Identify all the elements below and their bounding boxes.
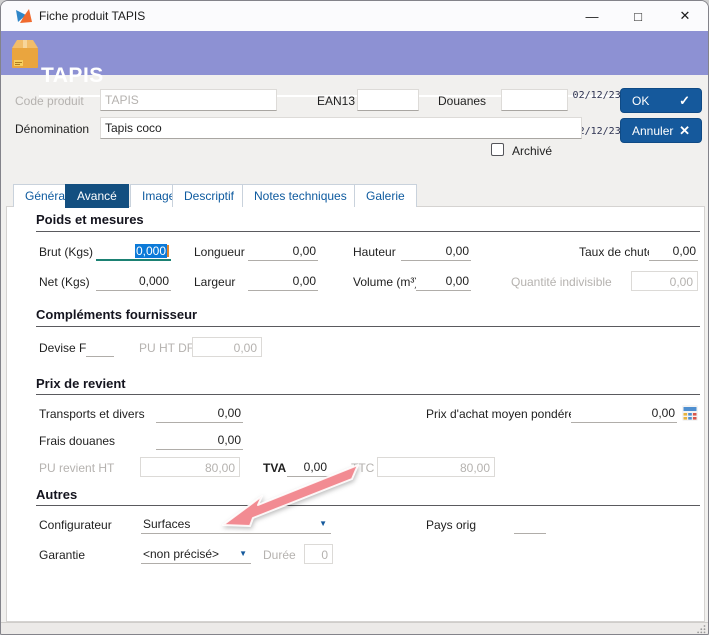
longueur-field[interactable]: 0,00 — [248, 241, 318, 261]
product-sheet-window: Fiche produit TAPIS — □ ✕ TAPIS 3 02/12/… — [0, 0, 709, 635]
largeur-label: Largeur — [194, 275, 236, 289]
archive-label: Archivé — [512, 144, 553, 158]
app-logo-icon — [16, 9, 32, 23]
titlebar: Fiche produit TAPIS — □ ✕ — [1, 1, 708, 31]
garantie-dropdown[interactable]: <non précisé> ▼ — [141, 544, 251, 564]
quantite-indivisible-field: 0,00 — [631, 271, 698, 291]
cancel-button-label: Annuler — [632, 123, 674, 138]
taux-de-chute-field[interactable]: 0,00 — [649, 241, 698, 261]
window-title: Fiche produit TAPIS — [39, 9, 146, 23]
ean13-field[interactable] — [357, 89, 419, 111]
chevron-down-icon: ▼ — [319, 519, 327, 528]
cancel-button[interactable]: Annuler ✕ — [620, 118, 702, 143]
volume-label: Volume (m³) — [353, 275, 419, 289]
check-icon: ✓ — [679, 92, 690, 108]
configurateur-dropdown[interactable]: Surfaces ▼ — [141, 514, 331, 534]
pamp-label: Prix d'achat moyen pondéré — [426, 407, 576, 421]
ttc-label: TTC — [351, 461, 375, 475]
archive-checkbox[interactable] — [491, 143, 504, 156]
code-produit-field[interactable]: TAPIS — [100, 89, 277, 111]
douanes-field[interactable] — [501, 89, 568, 111]
status-footer — [1, 622, 708, 634]
denomination-label: Dénomination — [15, 122, 90, 136]
longueur-label: Longueur — [194, 245, 245, 259]
brut-field[interactable]: 0,000 — [96, 241, 171, 261]
section-divider — [36, 231, 700, 232]
resize-grip[interactable] — [696, 624, 706, 634]
pu-revient-ht-label: PU revient HT — [39, 461, 115, 475]
ttc-field: 80,00 — [377, 457, 495, 477]
tab-notes-techniques[interactable]: Notes techniques — [242, 184, 359, 207]
denomination-field[interactable]: Tapis coco — [100, 117, 582, 139]
hauteur-label: Hauteur — [353, 245, 396, 259]
record-timestamps: 3 02/12/23 00:15:52 EN 02/12/23 00:20:49… — [554, 66, 699, 162]
devise-field[interactable] — [86, 337, 114, 357]
ok-button-label: OK — [632, 93, 650, 108]
transports-label: Transports et divers — [39, 407, 145, 421]
minimize-button[interactable]: — — [571, 1, 613, 31]
chevron-down-icon: ▼ — [239, 549, 247, 558]
package-icon — [12, 40, 38, 68]
pu-revient-ht-field: 80,00 — [140, 457, 240, 477]
section-divider — [36, 505, 700, 506]
section-title-complements: Compléments fournisseur — [36, 307, 198, 322]
section-divider — [36, 394, 700, 395]
close-button[interactable]: ✕ — [664, 1, 706, 31]
brut-label: Brut (Kgs) — [39, 245, 94, 259]
garantie-label: Garantie — [39, 548, 86, 562]
tab-avance[interactable]: Avancé — [65, 184, 129, 208]
tva-field[interactable]: 0,00 — [287, 457, 329, 477]
pu-ht-df-field: 0,00 — [192, 337, 262, 357]
devise-label: Devise F — [39, 341, 87, 355]
frais-douanes-label: Frais douanes — [39, 434, 116, 448]
duree-field: 0 — [304, 544, 333, 564]
section-title-autres: Autres — [36, 487, 78, 502]
largeur-field[interactable]: 0,00 — [248, 271, 318, 291]
text-caret — [167, 245, 169, 257]
volume-field[interactable]: 0,00 — [416, 271, 471, 291]
tab-galerie[interactable]: Galerie — [354, 184, 417, 207]
calculator-icon[interactable] — [682, 405, 698, 421]
pays-orig-label: Pays orig — [426, 518, 477, 532]
quantite-indivisible-label: Quantité indivisible — [511, 275, 612, 289]
net-label: Net (Kgs) — [39, 275, 90, 289]
pamp-field[interactable]: 0,00 — [571, 403, 677, 423]
hauteur-field[interactable]: 0,00 — [401, 241, 471, 261]
douanes-label: Douanes — [438, 94, 487, 108]
taux-de-chute-label: Taux de chute — [579, 245, 654, 259]
net-field[interactable]: 0,000 — [96, 271, 171, 291]
section-divider — [36, 326, 700, 327]
brut-selected-text: 0,000 — [134, 244, 167, 258]
configurateur-value: Surfaces — [143, 517, 191, 531]
ean13-label: EAN13 — [317, 94, 356, 108]
pu-ht-df-label: PU HT DF — [139, 341, 195, 355]
configurateur-label: Configurateur — [39, 518, 112, 532]
cross-icon: ✕ — [679, 122, 690, 138]
garantie-value: <non précisé> — [143, 547, 220, 561]
tva-label: TVA — [263, 461, 287, 475]
duree-label: Durée — [263, 548, 296, 562]
section-title-prix-de-revient: Prix de revient — [36, 376, 126, 391]
product-header: TAPIS 3 02/12/23 00:15:52 EN 02/12/23 00… — [1, 31, 708, 137]
code-produit-label: Code produit — [15, 94, 84, 108]
product-title: TAPIS — [41, 64, 104, 87]
tab-descriptif[interactable]: Descriptif — [172, 184, 247, 207]
pays-orig-field[interactable] — [514, 514, 546, 534]
section-title-poids: Poids et mesures — [36, 212, 144, 227]
ok-button[interactable]: OK ✓ — [620, 88, 702, 113]
maximize-button[interactable]: □ — [617, 1, 659, 31]
transports-field[interactable]: 0,00 — [156, 403, 243, 423]
frais-douanes-field[interactable]: 0,00 — [156, 430, 243, 450]
